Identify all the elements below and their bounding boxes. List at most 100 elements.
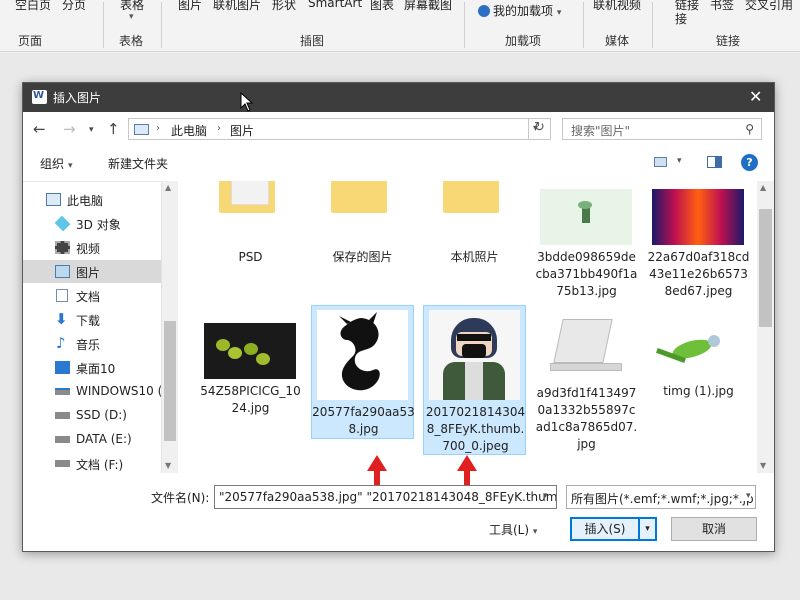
chevron-down-icon[interactable]: ▾ <box>743 491 751 501</box>
insert-picture-dialog: 插入图片 ✕ ← → ▾ ↑ › 此电脑 › 图片 ▾ ↻ 搜索"图片" ⚲ 组… <box>22 82 775 552</box>
chevron-right-icon[interactable]: › <box>217 123 221 134</box>
image-item-dragon[interactable]: 20577fa290aa538.jpg <box>311 305 415 439</box>
file-label: 22a67d0af318cd43e11e26b65738ed67.jpeg <box>647 250 750 298</box>
filename-input[interactable]: "20577fa290aa538.jpg" "20170218143048_8F… <box>214 485 557 509</box>
ribbon-separator <box>652 2 653 48</box>
tools-menu[interactable]: 工具(L) ▾ <box>489 521 537 538</box>
chevron-down-icon[interactable]: ▾ <box>129 12 134 22</box>
search-icon: ⚲ <box>745 122 754 136</box>
folder-item-psd[interactable]: PSD <box>199 181 302 273</box>
scrollbar-thumb[interactable] <box>164 321 176 441</box>
drive-icon <box>55 388 70 395</box>
tools-label: 工具(L) <box>489 523 530 537</box>
nav-item-drive-e[interactable]: DATA (E:) <box>23 428 161 451</box>
image-item-spectrum[interactable]: 22a67d0af318cd43e11e26b65738ed67.jpeg <box>647 181 750 301</box>
store-icon <box>478 5 490 17</box>
ribbon-group-media: 媒体 <box>605 34 630 48</box>
nav-item-label: 下载 <box>76 314 101 328</box>
chevron-down-icon: ▾ <box>68 161 73 171</box>
nav-item-label: 3D 对象 <box>76 218 121 232</box>
nav-item-label: 此电脑 <box>67 194 104 208</box>
ribbon-page-break[interactable]: 分页 <box>62 0 86 13</box>
nav-item-label: 音乐 <box>76 338 101 352</box>
forward-arrow-icon[interactable]: → <box>63 120 76 138</box>
nav-item-this-pc[interactable]: 此电脑 <box>23 188 161 211</box>
back-arrow-icon[interactable]: ← <box>33 120 46 138</box>
preview-pane-icon[interactable] <box>707 156 722 168</box>
ribbon-online-video[interactable]: 联机视频 <box>593 0 641 13</box>
scroll-up-icon[interactable]: ▲ <box>760 183 766 192</box>
ribbon-blank-page[interactable]: 空白页 <box>15 0 51 13</box>
nav-item-label: 桌面10 <box>76 362 116 376</box>
refresh-icon[interactable]: ↻ <box>528 118 550 140</box>
plant-thumbnail <box>540 189 632 245</box>
nav-item-videos[interactable]: 视频 <box>23 236 161 259</box>
nav-item-drive-f[interactable]: 文档 (F:) <box>23 452 161 475</box>
ribbon-online-picture[interactable]: 联机图片 <box>213 0 261 13</box>
ribbon-separator <box>464 2 465 48</box>
image-item-plant[interactable]: 3bdde098659decba371bb490f1a75b13.jpg <box>535 181 638 301</box>
ribbon-separator <box>103 2 104 48</box>
image-item-grapes[interactable]: 54Z58PICICG_1024.jpg <box>199 313 302 423</box>
scroll-down-icon[interactable]: ▼ <box>760 461 766 470</box>
nav-item-3d-objects[interactable]: 3D 对象 <box>23 212 161 235</box>
change-view-icon[interactable] <box>654 157 667 167</box>
dialog-titlebar[interactable]: 插入图片 ✕ <box>23 83 774 112</box>
close-icon[interactable]: ✕ <box>749 87 762 106</box>
up-arrow-icon[interactable]: ↑ <box>107 120 120 138</box>
pictures-icon <box>55 265 70 278</box>
navigation-pane: 此电脑 3D 对象 视频 图片 文档 ⬇ 下载 ♪ 音乐 桌面10 WINDOW… <box>23 181 161 473</box>
nav-item-documents[interactable]: 文档 <box>23 284 161 307</box>
folder-item-saved-pictures[interactable]: 保存的图片 <box>311 181 414 273</box>
new-folder-button[interactable]: 新建文件夹 <box>108 155 168 172</box>
ribbon-smartart[interactable]: SmartArt <box>308 0 362 10</box>
breadcrumb-this-pc[interactable]: 此电脑 <box>171 122 207 139</box>
file-label: 3bdde098659decba371bb490f1a75b13.jpg <box>535 250 638 298</box>
drive-icon <box>55 436 70 443</box>
cancel-button[interactable]: 取消 <box>671 517 757 541</box>
file-list-scrollbar[interactable]: ▲ ▼ <box>757 181 774 473</box>
chevron-down-icon[interactable]: ▾ <box>677 156 682 166</box>
ribbon-group-illustrations: 插图 <box>300 34 325 48</box>
nav-item-music[interactable]: ♪ 音乐 <box>23 332 161 355</box>
word-icon <box>32 90 47 104</box>
folder-item-camera-roll[interactable]: 本机照片 <box>423 181 526 273</box>
ribbon-chart[interactable]: 图表 <box>370 0 394 13</box>
recent-locations-icon[interactable]: ▾ <box>89 125 94 135</box>
ribbon-my-addins[interactable]: 我的加载项 ▾ <box>478 2 561 19</box>
breadcrumb-pictures[interactable]: 图片 <box>230 122 254 139</box>
nav-item-label: WINDOWS10 ( <box>76 384 161 398</box>
nav-item-label: 文档 <box>76 290 101 304</box>
file-label: 54Z58PICICG_1024.jpg <box>200 384 301 415</box>
nav-item-pictures[interactable]: 图片 <box>23 260 161 283</box>
ribbon-shapes[interactable]: 形状 <box>272 0 296 13</box>
file-type-filter[interactable]: 所有图片(*.emf;*.wmf;*.jpg;*.jp <box>566 485 756 509</box>
navigation-scrollbar[interactable]: ▲ ▼ <box>161 181 178 473</box>
ribbon-screenshot[interactable]: 屏幕截图 <box>404 0 452 13</box>
ribbon-picture[interactable]: 图片 <box>178 0 202 13</box>
insert-button[interactable]: 插入(S) <box>570 517 640 541</box>
nav-item-downloads[interactable]: ⬇ 下载 <box>23 308 161 331</box>
scroll-up-icon[interactable]: ▲ <box>165 183 171 192</box>
dragon-graphic <box>339 312 380 391</box>
ribbon-bookmark[interactable]: 书签 <box>710 0 734 13</box>
address-bar[interactable]: › 此电脑 › 图片 ▾ <box>128 118 551 140</box>
chevron-down-icon[interactable]: ▾ <box>543 491 548 501</box>
help-icon[interactable]: ? <box>741 154 758 171</box>
insert-options-icon[interactable]: ▾ <box>639 517 657 541</box>
scroll-down-icon[interactable]: ▼ <box>165 461 171 470</box>
image-item-parrot[interactable]: timg (1).jpg <box>647 313 750 413</box>
nav-item-desktop[interactable]: 桌面10 <box>23 356 161 379</box>
ribbon-cross-reference[interactable]: 交叉引用 <box>745 0 793 13</box>
file-label: a9d3fd1f4134970a1332b55897cad1c8a7865d07… <box>535 386 638 451</box>
nav-item-drive-c[interactable]: WINDOWS10 ( <box>23 380 161 403</box>
dialog-title: 插入图片 <box>53 91 102 105</box>
image-item-laptop[interactable]: a9d3fd1f4134970a1332b55897cad1c8a7865d07… <box>535 313 638 453</box>
search-input[interactable]: 搜索"图片" ⚲ <box>562 118 762 140</box>
image-item-boy[interactable]: 20170218143048_8FEyK.thumb.700_0.jpeg <box>423 305 526 455</box>
organize-button[interactable]: 组织 ▾ <box>40 155 73 172</box>
chevron-down-icon: ▾ <box>556 8 562 18</box>
nav-item-drive-d[interactable]: SSD (D:) <box>23 404 161 427</box>
scrollbar-thumb[interactable] <box>759 209 772 327</box>
chevron-right-icon[interactable]: › <box>156 123 160 134</box>
